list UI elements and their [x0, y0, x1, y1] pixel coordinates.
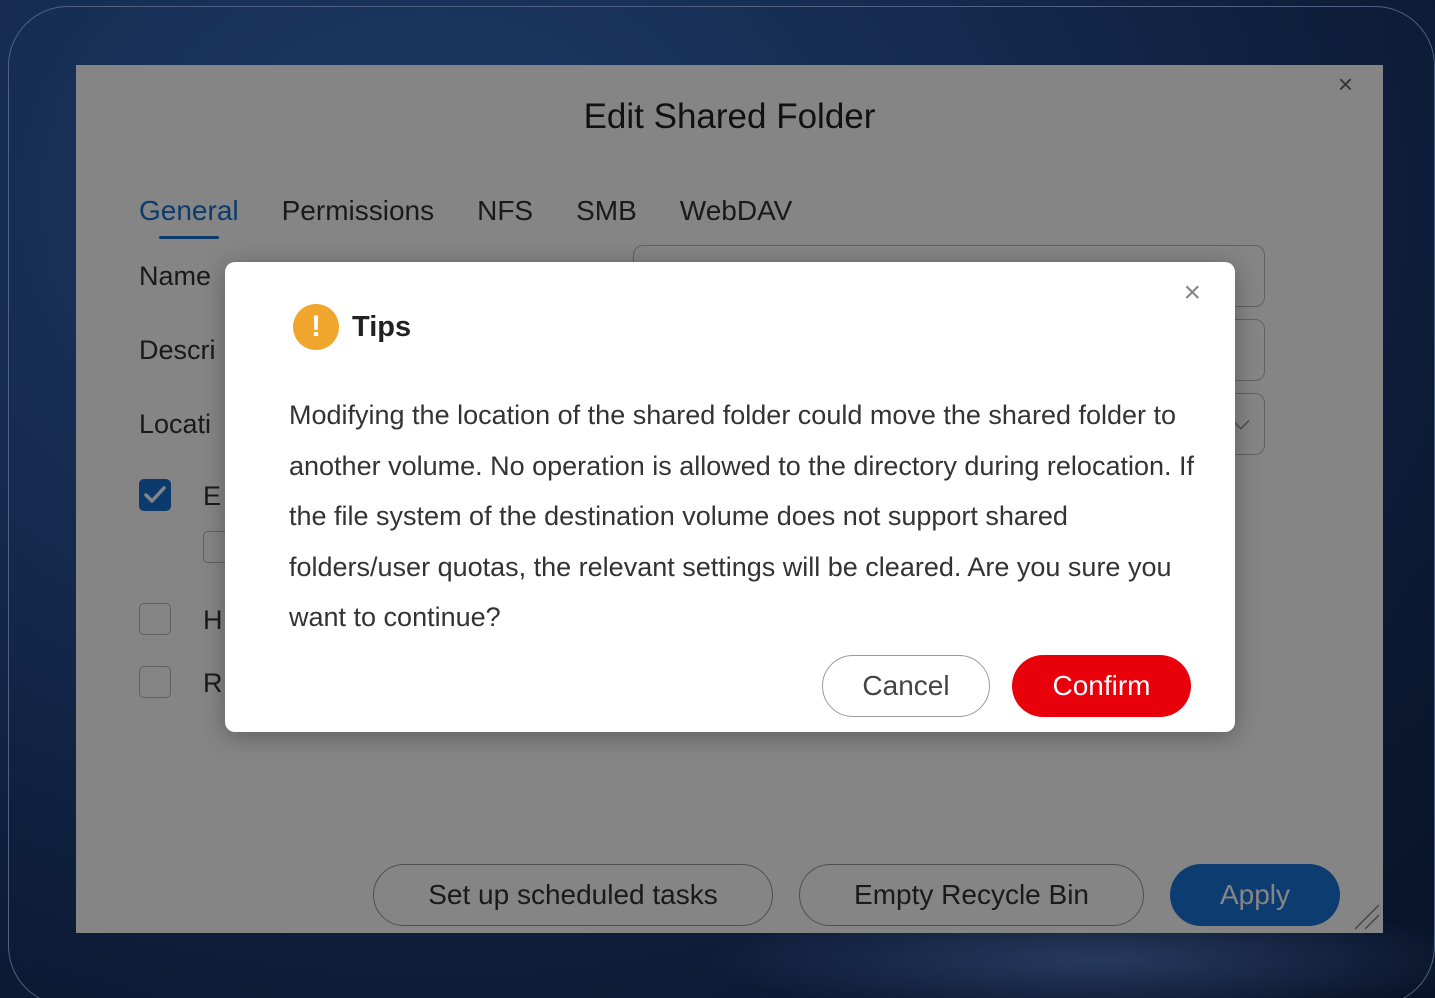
confirm-button[interactable]: Confirm	[1012, 655, 1191, 717]
dialog-close-icon[interactable]: ×	[1183, 278, 1201, 308]
dialog-message: Modifying the location of the shared fol…	[289, 400, 1195, 632]
cancel-button[interactable]: Cancel	[822, 655, 990, 717]
tips-dialog: × ! Tips Modifying the location of the s…	[225, 262, 1235, 732]
warning-icon: !	[293, 304, 339, 350]
dialog-title: Tips	[352, 310, 412, 343]
dialog-header: ! Tips	[293, 304, 411, 350]
